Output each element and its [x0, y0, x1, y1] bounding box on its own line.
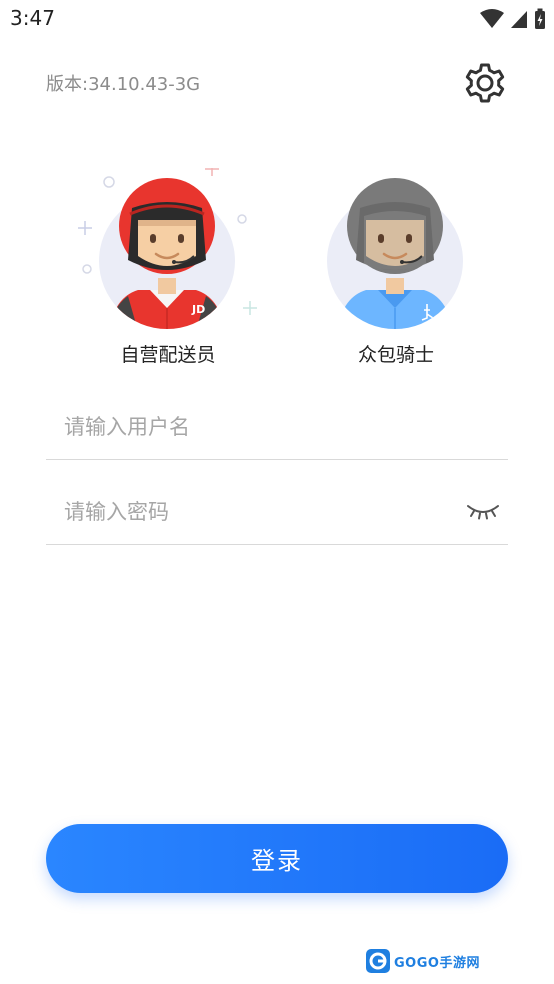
- role-label-crowdsource: 众包骑士: [357, 344, 434, 366]
- wifi-icon: [480, 9, 504, 28]
- version-label: 版本:34.10.43-3G: [46, 74, 201, 95]
- role-option-self-operated[interactable]: JD 自营配送员: [78, 168, 258, 368]
- watermark-cn: 手游网: [439, 955, 480, 971]
- settings-gear-icon[interactable]: [461, 59, 509, 107]
- password-input[interactable]: [62, 492, 446, 532]
- gogo-logo-icon: [366, 949, 390, 973]
- battery-charging-icon: [535, 8, 545, 29]
- status-icons: [480, 8, 546, 30]
- eye-closed-icon[interactable]: [466, 500, 500, 520]
- watermark-logo: GOGO手游网: [365, 947, 480, 975]
- login-button[interactable]: 登录: [46, 824, 508, 893]
- role-label-self-operated: 自营配送员: [120, 344, 216, 366]
- role-option-crowdsource[interactable]: 众包骑士: [306, 168, 486, 368]
- status-time: 3:47: [10, 6, 55, 30]
- status-bar: 3:47: [0, 0, 554, 38]
- watermark-brand: GOGO: [394, 955, 440, 971]
- signal-icon: [511, 11, 527, 28]
- courier-avatar-blue: [327, 178, 463, 329]
- username-field-row: [46, 393, 508, 460]
- courier-avatar-red: JD: [78, 168, 257, 329]
- svg-text:JD: JD: [191, 303, 205, 316]
- password-field-row: [46, 478, 508, 545]
- username-input[interactable]: [62, 407, 446, 447]
